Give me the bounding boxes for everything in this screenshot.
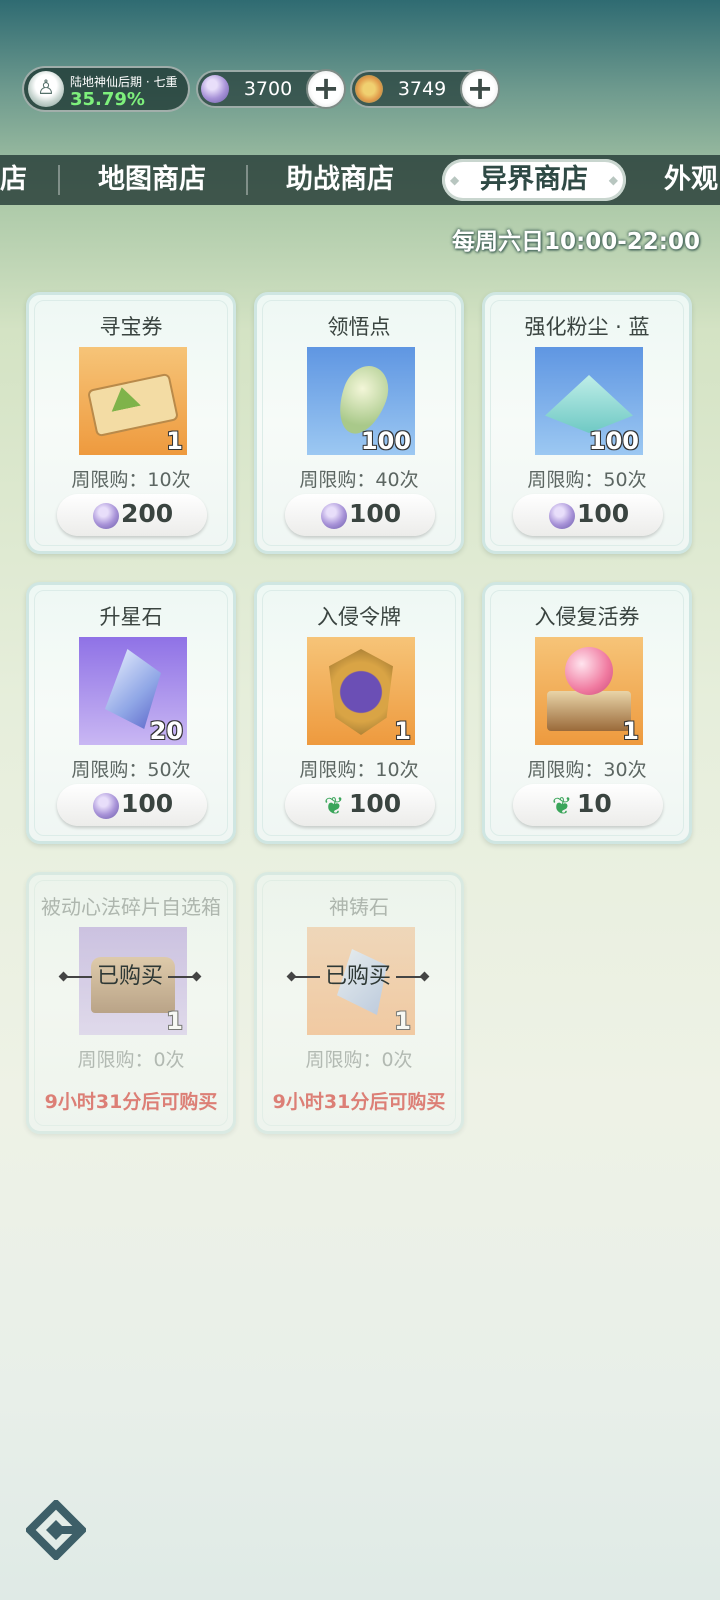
shop-item-card[interactable]: 强化粉尘 · 蓝 100 周限购：50次 100: [482, 292, 692, 554]
gold-leaf-coin-icon: [355, 75, 383, 103]
price-value: 100: [349, 789, 402, 818]
shop-item-card[interactable]: 入侵令牌 1 周限购：10次 ❦ 100: [254, 582, 464, 844]
item-quantity: 1: [394, 1007, 411, 1035]
price-value: 100: [577, 499, 630, 528]
item-quantity: 100: [588, 427, 639, 455]
item-quantity: 20: [149, 717, 183, 745]
revive-orb-icon: 1: [535, 637, 643, 745]
leaf-icon: ❦: [551, 792, 573, 820]
add-gold-button[interactable]: +: [460, 69, 500, 109]
star-crystal-icon: 20: [79, 637, 187, 745]
buy-button[interactable]: 100: [513, 494, 663, 536]
shop-item-card[interactable]: 领悟点 100 周限购：40次 100: [254, 292, 464, 554]
purchase-limit: 周限购：50次: [71, 759, 191, 781]
item-name: 入侵复活券: [534, 605, 640, 629]
avatar: ♙: [28, 71, 64, 107]
purchase-limit: 周限购：50次: [527, 469, 647, 491]
currency-jade: 3700 +: [196, 69, 346, 109]
realm-status[interactable]: ♙ 陆地神仙后期 · 七重 35.79%: [22, 66, 190, 112]
tab-otherworld-shop[interactable]: 异界商店: [442, 159, 626, 201]
sold-out-label: 已购买: [58, 962, 202, 992]
dust-pyramid-icon: 100: [535, 347, 643, 455]
jade-coin-icon: [93, 793, 119, 819]
price-value: 100: [349, 499, 402, 528]
sold-out-text: 已购买: [96, 964, 163, 989]
item-quantity: 1: [166, 427, 183, 455]
item-quantity: 1: [622, 717, 639, 745]
price-value: 100: [121, 789, 174, 818]
currency-gold: 3749 +: [350, 69, 500, 109]
item-name: 被动心法碎片自选箱: [41, 895, 221, 919]
add-jade-button[interactable]: +: [306, 69, 346, 109]
restock-timer: 9小时31分后可购买: [44, 1091, 218, 1113]
tab-shop-partial[interactable]: 店: [0, 155, 27, 205]
shop-item-card-sold: 神铸石 1 周限购：0次 9小时31分后可购买: [254, 872, 464, 1134]
tab-appearance[interactable]: 外观: [664, 155, 718, 205]
invasion-token-icon: 1: [307, 637, 415, 745]
item-name: 神铸石: [329, 895, 389, 919]
purchase-limit: 周限购：0次: [77, 1049, 185, 1071]
realm-progress: 35.79%: [70, 89, 145, 110]
item-name: 强化粉尘 · 蓝: [524, 315, 650, 339]
shop-item-card[interactable]: 入侵复活券 1 周限购：30次 ❦ 10: [482, 582, 692, 844]
tab-divider: [58, 165, 60, 195]
purchase-limit: 周限购：40次: [299, 469, 419, 491]
purchase-limit: 周限购：10次: [71, 469, 191, 491]
currency-gold-value: 3749: [397, 78, 447, 100]
item-quantity: 1: [394, 717, 411, 745]
item-quantity: 100: [360, 427, 411, 455]
item-name: 领悟点: [327, 315, 391, 339]
realm-name: 陆地神仙后期 · 七重: [70, 75, 178, 89]
shop-item-card-sold: 被动心法碎片自选箱 1 周限购：0次 9小时31分后可购买: [26, 872, 236, 1134]
shop-schedule: 每周六日10:00-22:00: [452, 229, 700, 255]
buy-button[interactable]: 100: [285, 494, 435, 536]
shop-item-card[interactable]: 升星石 20 周限购：50次 100: [26, 582, 236, 844]
buy-button[interactable]: ❦ 10: [513, 784, 663, 826]
item-name: 寻宝券: [99, 315, 163, 339]
price-value: 10: [577, 789, 612, 818]
purchase-limit: 周限购：0次: [305, 1049, 413, 1071]
buy-button[interactable]: ❦ 100: [285, 784, 435, 826]
jade-coin-icon: [549, 503, 575, 529]
buy-button[interactable]: 100: [57, 784, 207, 826]
purchase-limit: 周限购：10次: [299, 759, 419, 781]
shop-tab-bar: 店 地图商店 助战商店 异界商店 外观: [0, 155, 720, 205]
price-value: 200: [121, 499, 174, 528]
item-name: 升星石: [99, 605, 163, 629]
avatar-icon: ♙: [37, 75, 55, 99]
shop-item-card[interactable]: 寻宝券 1 周限购：10次 200: [26, 292, 236, 554]
treasure-scroll-icon: 1: [79, 347, 187, 455]
currency-jade-value: 3700: [243, 78, 293, 100]
jade-coin-icon: [321, 503, 347, 529]
tab-map-shop[interactable]: 地图商店: [98, 155, 206, 205]
tab-support-shop[interactable]: 助战商店: [286, 155, 394, 205]
jade-coin-icon: [201, 75, 229, 103]
leaf-icon: ❦: [323, 792, 345, 820]
menu-logo-icon[interactable]: [26, 1500, 86, 1560]
jade-pendant-icon: 100: [307, 347, 415, 455]
item-quantity: 1: [166, 1007, 183, 1035]
jade-coin-icon: [93, 503, 119, 529]
buy-button[interactable]: 200: [57, 494, 207, 536]
sold-out-label: 已购买: [286, 962, 430, 992]
tab-divider: [246, 165, 248, 195]
item-name: 入侵令牌: [317, 605, 401, 629]
sold-out-text: 已购买: [324, 964, 391, 989]
restock-timer: 9小时31分后可购买: [272, 1091, 446, 1113]
purchase-limit: 周限购：30次: [527, 759, 647, 781]
